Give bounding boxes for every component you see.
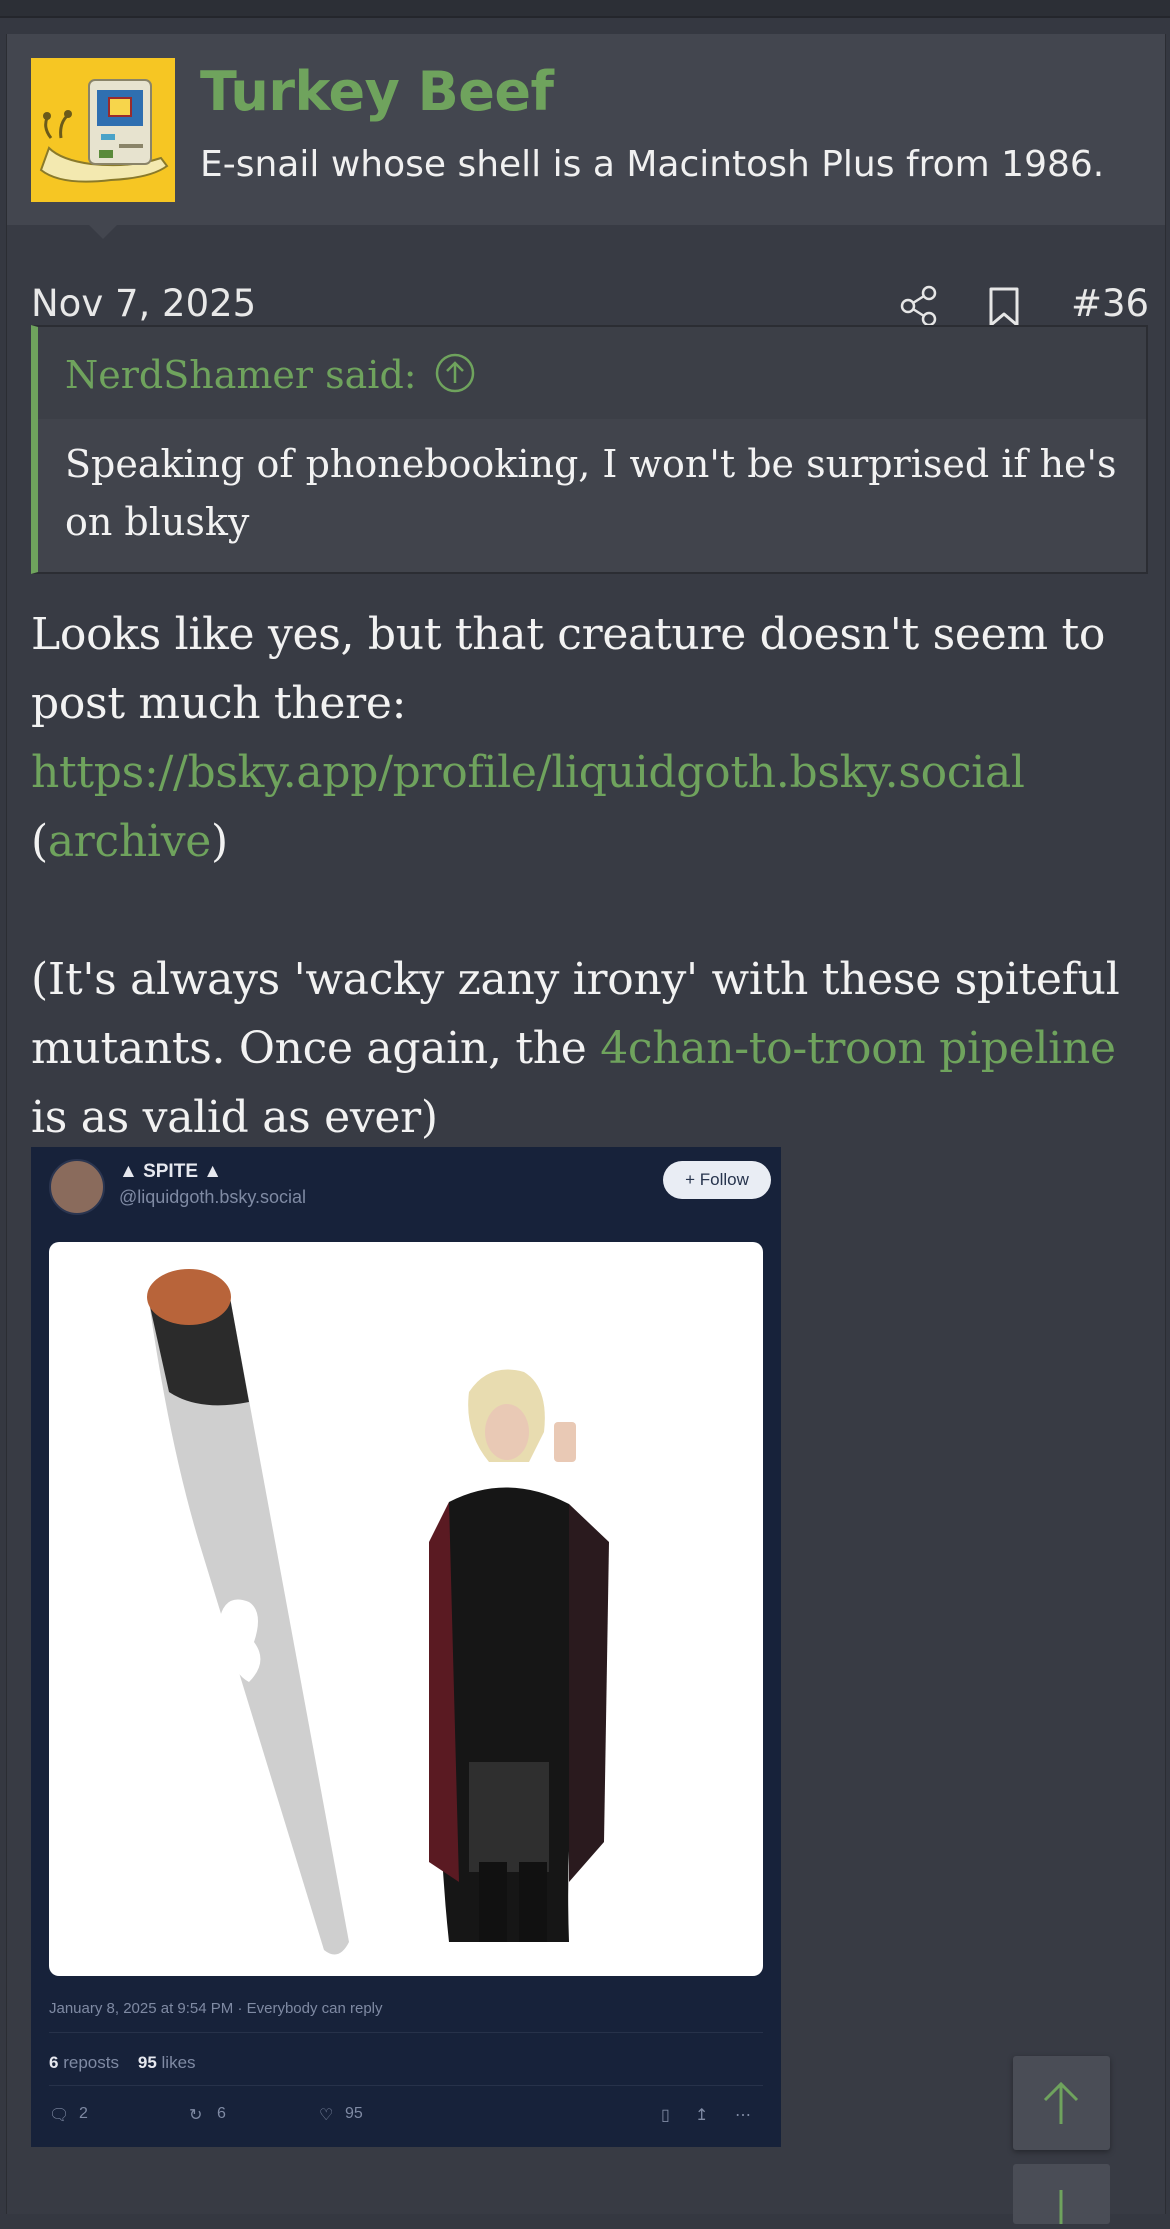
upload-icon: ↥ — [695, 2107, 709, 2124]
profile-link[interactable]: https://bsky.app/profile/liquidgoth.bsky… — [31, 747, 1025, 798]
header-notch — [89, 225, 117, 239]
embed-display-name: ▲ SPITE ▲ — [119, 1161, 223, 1182]
top-bar — [0, 0, 1170, 18]
embed-reposts-label: reposts — [63, 2053, 119, 2072]
embed-avatar — [49, 1159, 105, 1215]
username[interactable]: Turkey Beef — [200, 60, 554, 123]
paren-close: ) — [211, 816, 228, 867]
embedded-screenshot[interactable]: ▲ SPITE ▲ @liquidgoth.bsky.social + Foll… — [31, 1147, 781, 2147]
repost-icon: ↻ — [189, 2107, 203, 2124]
post: Turkey Beef E-snail whose shell is a Mac… — [6, 34, 1166, 2214]
body-text-line: Looks like yes, but that creature doesn'… — [31, 609, 1106, 729]
embed-likes-action: 95 — [345, 2105, 363, 2122]
arrow-up-circle-icon[interactable] — [435, 353, 475, 393]
embed-reposts-count: 6 — [49, 2053, 59, 2072]
embed-reposts-action: 6 — [217, 2105, 226, 2122]
quote-block: NerdShamer said: Speaking of phonebookin… — [31, 325, 1148, 574]
embed-likes-label: likes — [161, 2053, 196, 2072]
scroll-to-bottom-button[interactable] — [1013, 2164, 1110, 2224]
embed-stats: 6 reposts 95 likes — [49, 2053, 196, 2073]
heart-icon: ♡ — [319, 2107, 334, 2124]
post-body: Looks like yes, but that creature doesn'… — [31, 600, 1161, 1152]
embed-timestamp: January 8, 2025 at 9:54 PM · Everybody c… — [49, 2000, 383, 2017]
share-icon[interactable] — [899, 284, 939, 328]
user-header: Turkey Beef E-snail whose shell is a Mac… — [7, 34, 1165, 225]
arrow-down-icon — [1059, 2190, 1063, 2224]
embed-handle: @liquidgoth.bsky.social — [119, 1187, 307, 1207]
embed-divider — [49, 2032, 763, 2033]
pipeline-link[interactable]: 4chan-to-troon pipeline — [600, 1023, 1116, 1074]
reply-icon: 🗨︎ — [49, 2107, 70, 2124]
embed-follow-button: + Follow — [663, 1161, 771, 1199]
bookmark-icon[interactable] — [987, 286, 1021, 328]
user-title: E-snail whose shell is a Macintosh Plus … — [200, 144, 1105, 185]
scroll-to-top-button[interactable] — [1013, 2056, 1110, 2150]
snail-mac-icon — [39, 79, 169, 183]
quote-author[interactable]: NerdShamer said: — [65, 353, 417, 397]
body-text-para2-end: is as valid as ever) — [31, 1092, 438, 1143]
avatar[interactable] — [31, 58, 175, 202]
arrow-up-icon — [1043, 2081, 1079, 2124]
quote-header: NerdShamer said: — [38, 327, 1146, 419]
embed-action-bar: 🗨︎ 2 ↻ 6 ♡ 95 ▯ ↥ ⋯ — [49, 2105, 763, 2135]
post-number[interactable]: #36 — [1071, 282, 1149, 325]
post-date[interactable]: Nov 7, 2025 — [31, 282, 256, 325]
embed-photo — [49, 1242, 763, 1976]
archive-link[interactable]: archive — [48, 816, 211, 867]
embed-replies-count: 2 — [79, 2105, 88, 2122]
embed-likes-count: 95 — [137, 2053, 157, 2072]
embed-bookmark-icon: ▯ — [661, 2107, 670, 2124]
quote-text: Speaking of phonebooking, I won't be sur… — [65, 442, 1117, 544]
paren-open: ( — [31, 816, 48, 867]
photo-illustration — [147, 1269, 609, 1955]
more-icon: ⋯ — [735, 2107, 751, 2124]
embed-divider — [49, 2085, 763, 2086]
